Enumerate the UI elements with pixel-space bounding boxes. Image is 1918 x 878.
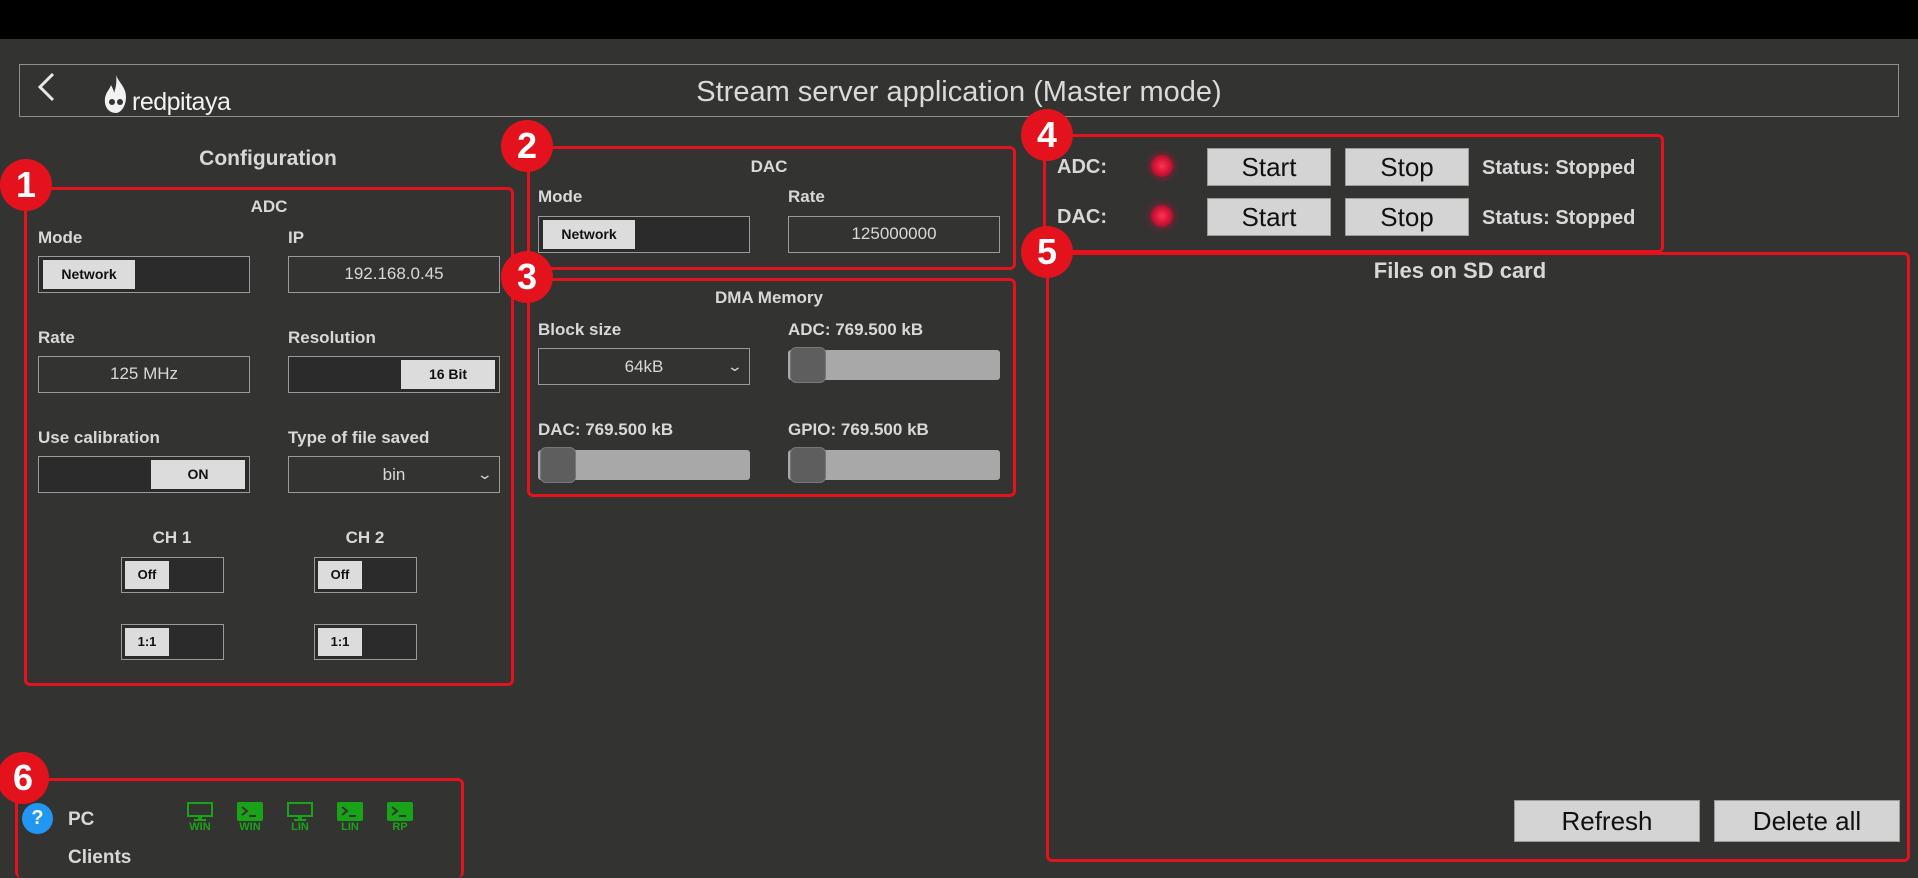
client-win-gui-label: WIN [189,821,211,833]
ch1-state-toggle[interactable]: Off [121,557,224,593]
client-win-cli-label: WIN [239,821,261,833]
file-type-value: bin [382,465,406,484]
top-black-bar [0,0,1918,39]
adc-start-button[interactable]: Start [1207,148,1331,186]
ch1-state-knob: Off [125,561,169,589]
use-calibration-knob: ON [151,460,245,489]
ch2-attenuation-toggle[interactable]: 1:1 [314,624,417,660]
ch2-attenuation-knob: 1:1 [318,628,362,656]
monitor-icon [187,802,213,821]
adc-status-led [1151,155,1173,177]
dma-gpio-label: GPIO: 769.500 kB [788,420,929,439]
dma-adc-label: ADC: 769.500 kB [788,320,924,339]
help-icon[interactable]: ? [22,803,53,834]
dac-section-title: DAC [750,157,788,176]
block-size-label: Block size [538,320,622,339]
dma-dac-label: DAC: 769.500 kB [538,420,674,439]
monitor-icon [287,802,313,821]
adc-ip-field[interactable]: 192.168.0.45 [288,256,500,293]
dac-stop-button[interactable]: Stop [1345,198,1469,236]
terminal-icon [337,802,363,821]
file-type-label: Type of file saved [288,428,430,447]
ch1-attenuation-toggle[interactable]: 1:1 [121,624,224,660]
refresh-button[interactable]: Refresh [1514,800,1700,842]
adc-resolution-toggle[interactable]: 16 Bit [288,356,500,393]
block-size-value: 64kB [624,357,664,376]
callout-3-badge: 3 [501,251,553,303]
dac-status-led [1151,205,1173,227]
callout-1-badge: 1 [0,159,52,211]
file-type-select[interactable]: bin ⌄ [288,456,500,493]
use-calibration-label: Use calibration [38,428,160,447]
ch2-label: CH 2 [345,528,385,547]
use-calibration-toggle[interactable]: ON [38,456,250,493]
client-rp-cli[interactable]: RP [383,802,417,833]
adc-rate-label: Rate [38,328,75,347]
ch2-state-knob: Off [318,561,362,589]
dma-dac-slider-thumb[interactable] [540,447,576,483]
adc-stop-button[interactable]: Stop [1345,148,1469,186]
adc-rate-field[interactable]: 125 MHz [38,356,250,393]
dma-memory-title: DMA Memory [715,288,823,307]
dac-mode-label: Mode [538,187,583,206]
adc-mode-label: Mode [38,228,83,247]
sd-files-title: Files on SD card [1373,258,1547,283]
callout-2-badge: 2 [501,120,553,172]
dac-mode-knob: Network [543,220,635,249]
delete-all-button[interactable]: Delete all [1714,800,1900,842]
adc-resolution-knob: 16 Bit [401,360,495,389]
chevron-down-icon: ⌄ [726,358,744,374]
dma-adc-slider[interactable] [788,347,1000,383]
chevron-down-icon: ⌄ [476,466,494,482]
configuration-title: Configuration [199,147,337,170]
dac-mode-toggle[interactable]: Network [538,216,750,253]
ch1-attenuation-knob: 1:1 [125,628,169,656]
pc-label: PC [68,809,95,830]
terminal-icon [237,802,263,821]
adc-mode-knob: Network [43,260,135,289]
callout-5-badge: 5 [1021,226,1073,278]
dac-rate-field[interactable]: 125000000 [788,216,1000,253]
control-dac-label: DAC: [1057,206,1107,228]
dac-status-text: Status: Stopped [1482,207,1636,229]
client-lin-cli-label: LIN [341,821,359,833]
block-size-select[interactable]: 64kB ⌄ [538,348,750,385]
dac-rate-label: Rate [788,187,825,206]
page-title: Stream server application (Master mode) [696,76,1222,108]
client-win-cli[interactable]: WIN [233,802,267,833]
adc-section-title: ADC [250,197,288,216]
dac-start-button[interactable]: Start [1207,198,1331,236]
ch2-state-toggle[interactable]: Off [314,557,417,593]
ch1-label: CH 1 [152,528,192,547]
client-lin-gui-label: LIN [291,821,309,833]
dma-gpio-slider[interactable] [788,447,1000,483]
dma-dac-slider[interactable] [538,447,750,483]
adc-ip-label: IP [288,228,305,247]
dma-gpio-slider-thumb[interactable] [790,447,826,483]
adc-status-text: Status: Stopped [1482,157,1636,179]
client-rp-cli-label: RP [392,821,408,833]
dma-adc-slider-thumb[interactable] [790,347,826,383]
client-lin-gui[interactable]: LIN [283,802,317,833]
control-adc-label: ADC: [1057,156,1107,178]
clients-label: Clients [68,847,132,868]
adc-resolution-label: Resolution [288,328,376,347]
terminal-icon [387,802,413,821]
client-win-gui[interactable]: WIN [183,802,217,833]
adc-mode-toggle[interactable]: Network [38,256,250,293]
client-lin-cli[interactable]: LIN [333,802,367,833]
sd-file-list[interactable] [1060,292,1896,782]
callout-4-badge: 4 [1021,109,1073,161]
